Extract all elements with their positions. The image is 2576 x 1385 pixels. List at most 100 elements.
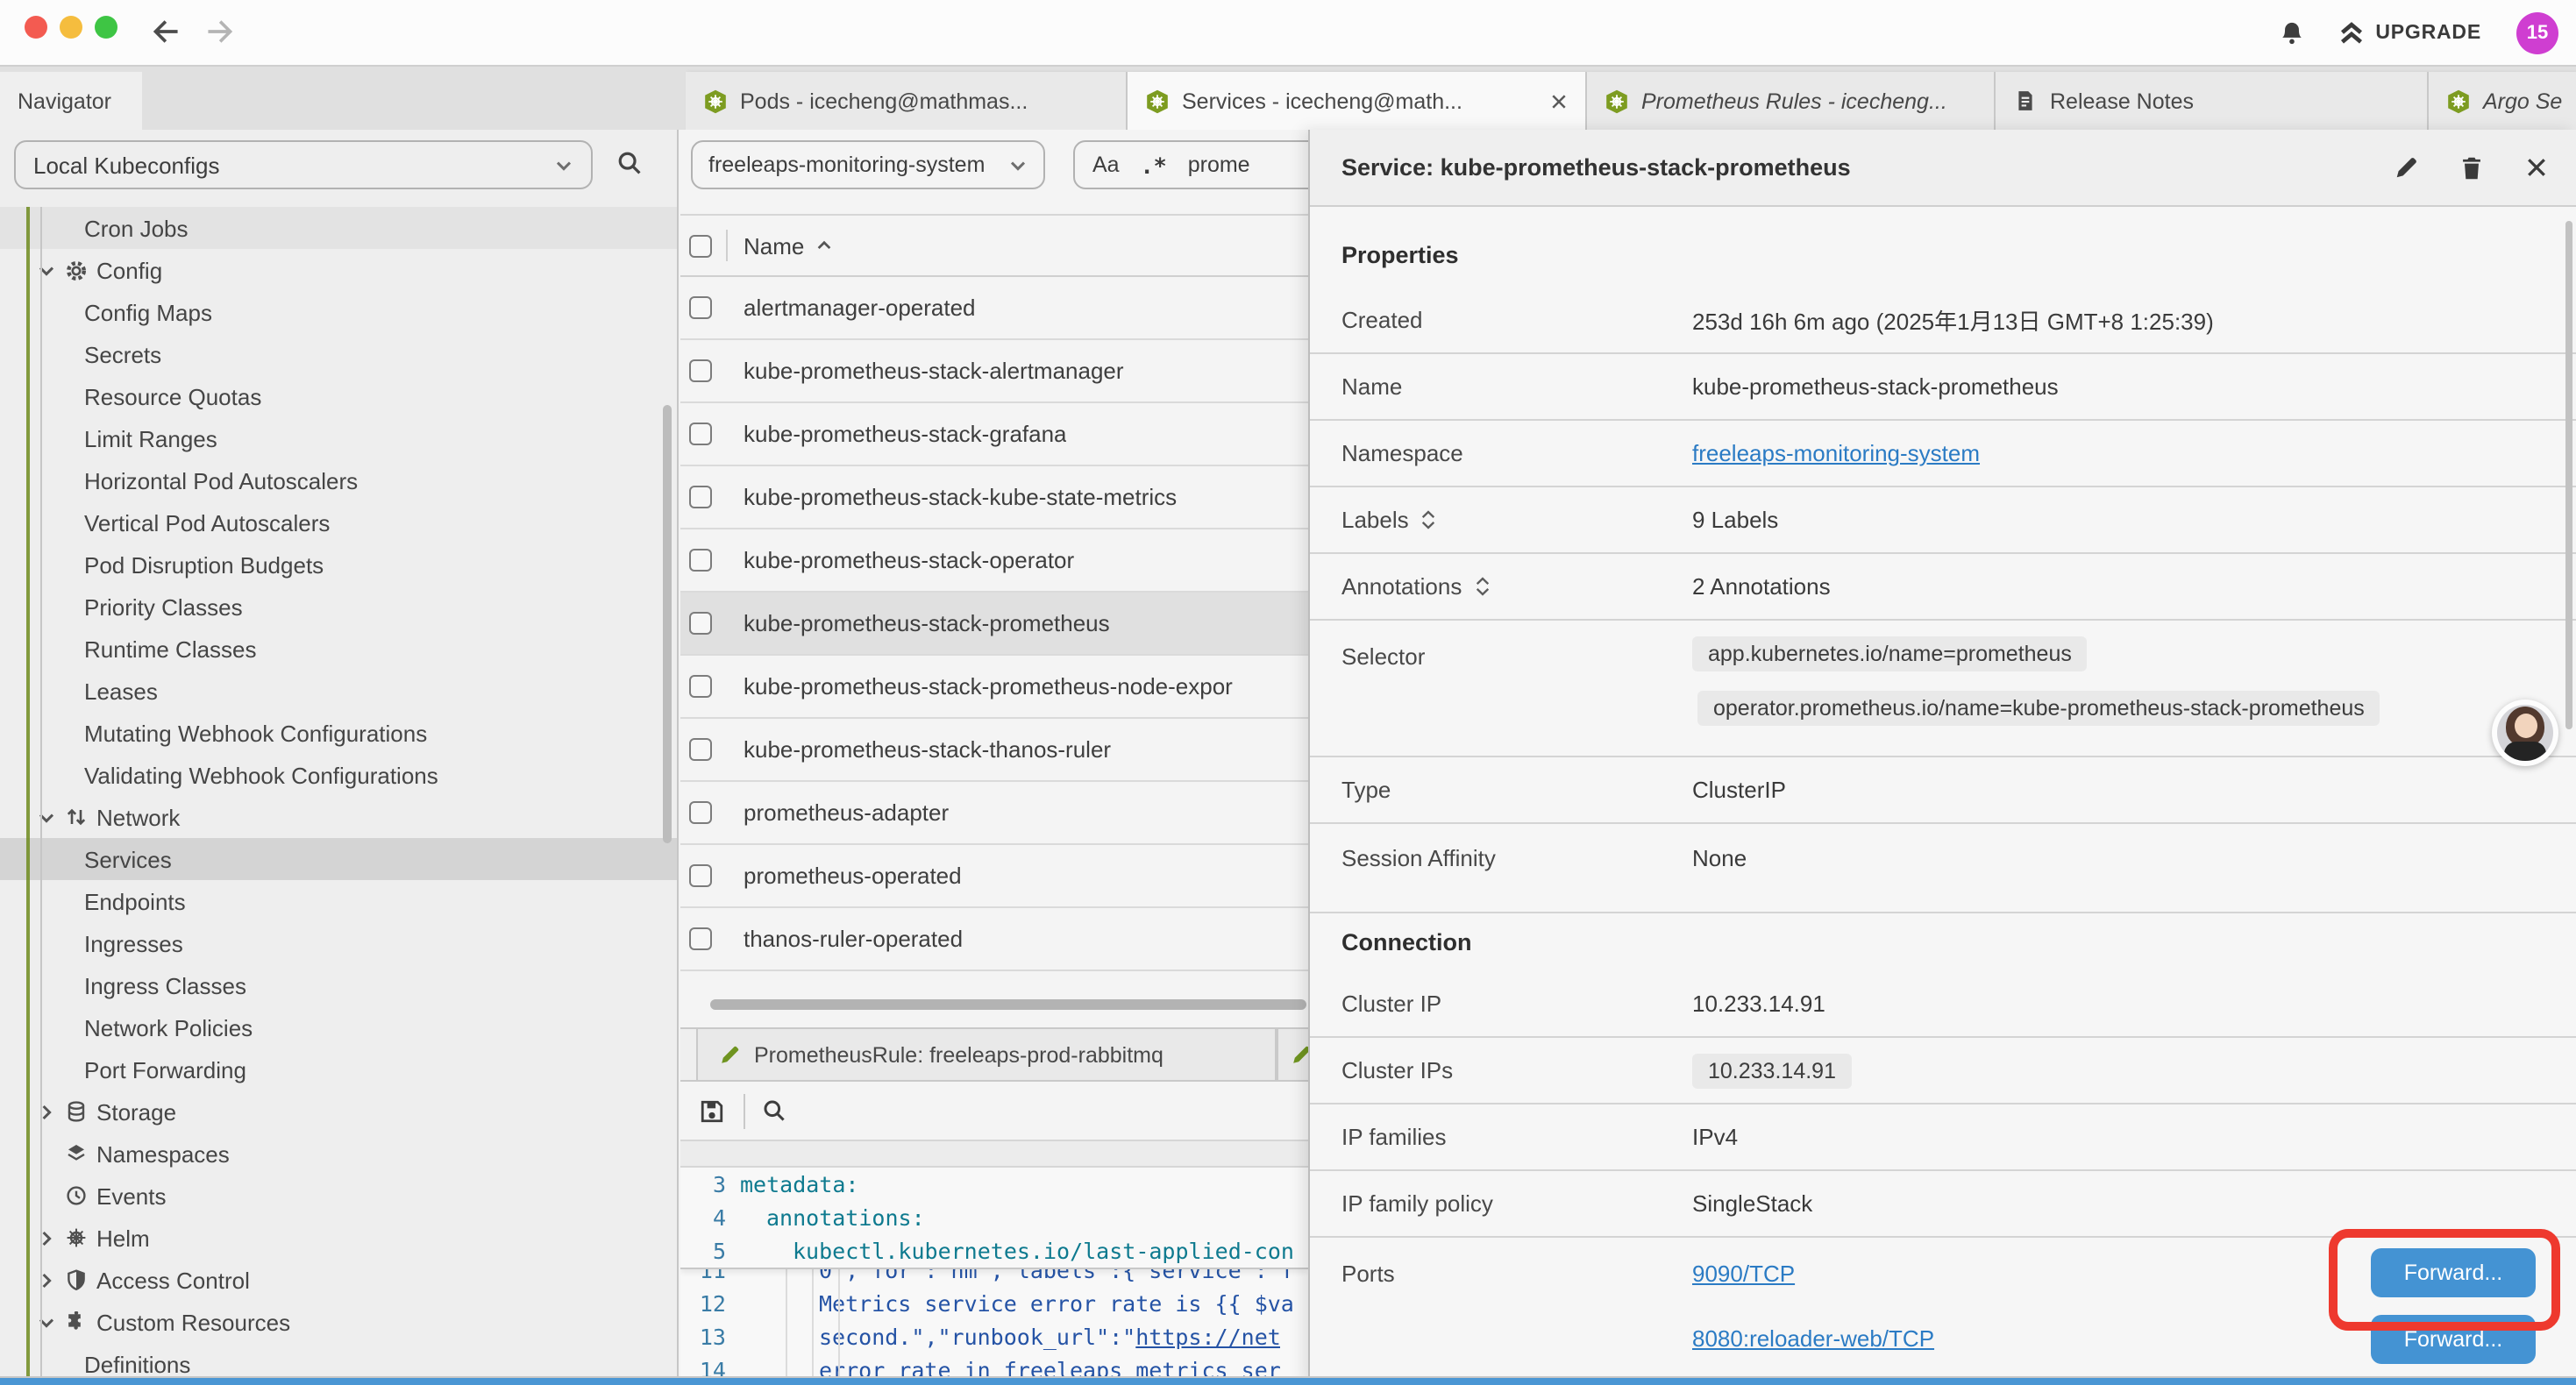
sidebar-item-validating-webhook-configurations[interactable]: Validating Webhook Configurations bbox=[0, 754, 677, 796]
row-checkbox[interactable] bbox=[689, 801, 712, 824]
tab-argo[interactable]: Argo Se bbox=[2429, 72, 2576, 130]
sidebar-search-icon[interactable] bbox=[617, 151, 642, 175]
port-link[interactable]: 8080:reloader-web/TCP bbox=[1692, 1325, 1934, 1352]
row-checkbox[interactable] bbox=[689, 359, 712, 382]
detail-row-session-affinity: Session Affinity None bbox=[1310, 824, 2576, 891]
port-link[interactable]: 9090/TCP bbox=[1692, 1261, 1934, 1287]
sidebar-scrollbar[interactable] bbox=[663, 405, 672, 843]
created-value: 253d 16h 6m ago (2025年1月13日 GMT+8 1:25:3… bbox=[1692, 303, 2214, 337]
sidebar-item-runtime-classes[interactable]: Runtime Classes bbox=[0, 628, 677, 670]
notifications-bell-icon[interactable] bbox=[2279, 20, 2303, 45]
table-row[interactable]: alertmanager-operated bbox=[680, 277, 1308, 340]
chevron-down-icon bbox=[1008, 155, 1028, 174]
sidebar-item-mutating-webhook-configurations[interactable]: Mutating Webhook Configurations bbox=[0, 712, 677, 754]
close-panel-icon[interactable] bbox=[2525, 156, 2548, 179]
tab-pods[interactable]: Pods - icecheng@mathmas... bbox=[686, 72, 1128, 130]
sidebar-group-access-control[interactable]: Access Control bbox=[0, 1259, 677, 1301]
sidebar-item-horizontal-pod-autoscalers[interactable]: Horizontal Pod Autoscalers bbox=[0, 459, 677, 501]
save-icon[interactable] bbox=[700, 1098, 724, 1123]
row-checkbox[interactable] bbox=[689, 549, 712, 572]
row-checkbox[interactable] bbox=[689, 486, 712, 508]
sidebar-item-resource-quotas[interactable]: Resource Quotas bbox=[0, 375, 677, 417]
tab-prometheus-rules[interactable]: Prometheus Rules - icecheng... bbox=[1587, 72, 1996, 130]
sidebar-item-ingresses[interactable]: Ingresses bbox=[0, 922, 677, 964]
tab-release-notes[interactable]: Release Notes bbox=[1996, 72, 2429, 130]
table-row[interactable]: kube-prometheus-stack-kube-state-metrics bbox=[680, 466, 1308, 529]
table-row[interactable]: prometheus-adapter bbox=[680, 782, 1308, 845]
selector-chip[interactable]: operator.prometheus.io/name=kube-prometh… bbox=[1697, 691, 2380, 726]
table-row[interactable]: kube-prometheus-stack-operator bbox=[680, 529, 1308, 593]
delete-trash-icon[interactable] bbox=[2460, 155, 2483, 180]
sidebar-item-config-maps[interactable]: Config Maps bbox=[0, 291, 677, 333]
back-button[interactable] bbox=[147, 12, 186, 51]
table-row-selected[interactable]: kube-prometheus-stack-prometheus bbox=[680, 593, 1308, 656]
detail-scrollbar[interactable] bbox=[2565, 221, 2572, 729]
table-row[interactable]: kube-prometheus-stack-thanos-ruler bbox=[680, 719, 1308, 782]
tab-navigator[interactable]: Navigator bbox=[0, 72, 142, 130]
sidebar-group-network[interactable]: Network bbox=[0, 796, 677, 838]
match-case-icon[interactable]: Aa bbox=[1092, 153, 1120, 177]
horizontal-scrollbar[interactable] bbox=[710, 999, 1306, 1010]
row-checkbox[interactable] bbox=[689, 675, 712, 698]
sidebar-item-ingress-classes[interactable]: Ingress Classes bbox=[0, 964, 677, 1006]
expand-collapse-icon[interactable] bbox=[1421, 510, 1437, 529]
minimize-window-button[interactable] bbox=[60, 16, 82, 39]
cluster-ips-chip[interactable]: 10.233.14.91 bbox=[1692, 1053, 1852, 1088]
partially-scrolled-line: 110","for":"hm","labels":{"service":"f bbox=[680, 1269, 1308, 1287]
close-window-button[interactable] bbox=[25, 16, 47, 39]
code-line: second.","runbook_url":"https://net bbox=[740, 1324, 1281, 1350]
sidebar-item-limit-ranges[interactable]: Limit Ranges bbox=[0, 417, 677, 459]
annotations-count[interactable]: 2 Annotations bbox=[1692, 573, 1831, 600]
sidebar-item-services[interactable]: Services bbox=[0, 838, 677, 880]
edit-pencil-icon[interactable] bbox=[2394, 155, 2418, 180]
selector-chip[interactable]: app.kubernetes.io/name=prometheus bbox=[1692, 636, 2088, 671]
sidebar-item-vertical-pod-autoscalers[interactable]: Vertical Pod Autoscalers bbox=[0, 501, 677, 543]
row-checkbox[interactable] bbox=[689, 738, 712, 761]
sidebar-group-config[interactable]: Config bbox=[0, 249, 677, 291]
namespace-link[interactable]: freeleaps-monitoring-system bbox=[1692, 440, 1980, 466]
service-detail-panel: Service: kube-prometheus-stack-prometheu… bbox=[1308, 130, 2576, 1385]
sidebar-item-namespaces[interactable]: Namespaces bbox=[0, 1133, 677, 1175]
table-row[interactable]: kube-prometheus-stack-alertmanager bbox=[680, 340, 1308, 403]
select-all-checkbox[interactable] bbox=[689, 234, 712, 257]
sidebar-group-helm[interactable]: Helm bbox=[0, 1217, 677, 1259]
editor-tab-partial[interactable] bbox=[1277, 1029, 1310, 1080]
notification-count-badge[interactable]: 15 bbox=[2516, 11, 2558, 53]
table-row[interactable]: thanos-ruler-operated bbox=[680, 908, 1308, 971]
name-column-header[interactable]: Name bbox=[744, 232, 832, 259]
maximize-window-button[interactable] bbox=[95, 16, 117, 39]
regex-icon[interactable]: .* bbox=[1141, 152, 1167, 178]
yaml-editor[interactable]: 3metadata: 4annotations: 5kubectl.kubern… bbox=[680, 1168, 1308, 1385]
row-checkbox[interactable] bbox=[689, 423, 712, 445]
tab-services[interactable]: Services - icecheng@math... bbox=[1128, 72, 1587, 130]
table-row[interactable]: kube-prometheus-stack-grafana bbox=[680, 403, 1308, 466]
user-avatar[interactable] bbox=[2492, 700, 2558, 766]
table-row[interactable]: kube-prometheus-stack-prometheus-node-ex… bbox=[680, 656, 1308, 719]
forward-button[interactable] bbox=[200, 12, 238, 51]
sidebar-item-port-forwarding[interactable]: Port Forwarding bbox=[0, 1048, 677, 1090]
expand-collapse-icon[interactable] bbox=[1474, 577, 1490, 596]
editor-search-icon[interactable] bbox=[763, 1099, 786, 1122]
cluster-select-dropdown[interactable]: Local Kubeconfigs bbox=[14, 140, 593, 189]
row-checkbox[interactable] bbox=[689, 612, 712, 635]
sidebar-group-custom-resources[interactable]: Custom Resources bbox=[0, 1301, 677, 1343]
close-tab-icon[interactable] bbox=[1550, 92, 1568, 110]
sidebar-item-secrets[interactable]: Secrets bbox=[0, 333, 677, 375]
sidebar-item-cron-jobs[interactable]: Cron Jobs bbox=[0, 207, 677, 249]
sidebar-group-storage[interactable]: Storage bbox=[0, 1090, 677, 1133]
labels-count[interactable]: 9 Labels bbox=[1692, 507, 1778, 533]
sidebar-item-pod-disruption-budgets[interactable]: Pod Disruption Budgets bbox=[0, 543, 677, 586]
properties-heading: Properties bbox=[1310, 207, 2576, 288]
sidebar-item-events[interactable]: Events bbox=[0, 1175, 677, 1217]
table-row[interactable]: prometheus-operated bbox=[680, 845, 1308, 908]
row-checkbox[interactable] bbox=[689, 864, 712, 887]
editor-tab-prometheusrule[interactable]: PrometheusRule: freeleaps-prod-rabbitmq bbox=[696, 1029, 1277, 1080]
sidebar-item-network-policies[interactable]: Network Policies bbox=[0, 1006, 677, 1048]
upgrade-button[interactable]: UPGRADE bbox=[2338, 20, 2481, 45]
row-checkbox[interactable] bbox=[689, 927, 712, 950]
namespace-dropdown[interactable]: freeleaps-monitoring-system bbox=[691, 140, 1045, 189]
sidebar-item-leases[interactable]: Leases bbox=[0, 670, 677, 712]
sidebar-item-endpoints[interactable]: Endpoints bbox=[0, 880, 677, 922]
sidebar-item-priority-classes[interactable]: Priority Classes bbox=[0, 586, 677, 628]
row-checkbox[interactable] bbox=[689, 296, 712, 319]
